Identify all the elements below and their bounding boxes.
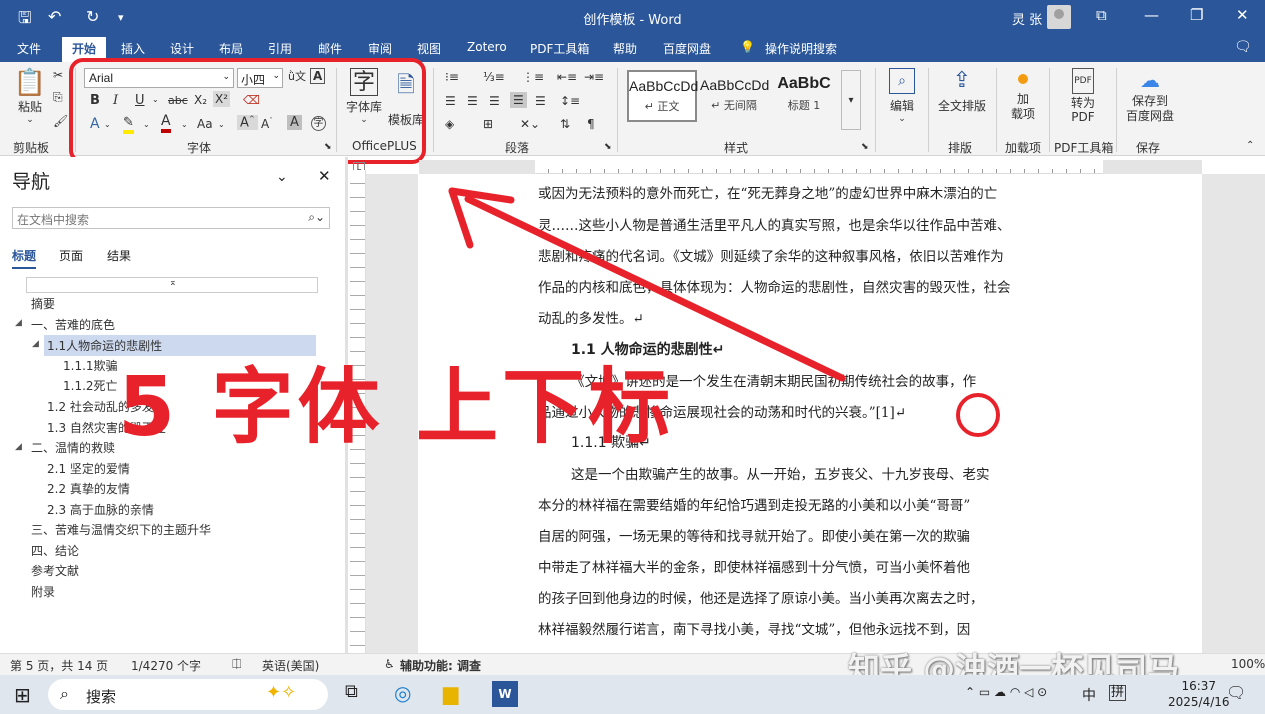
status-zoom[interactable]: 100% — [1231, 657, 1265, 671]
clock[interactable]: 16:37 2025/4/16 — [1168, 678, 1230, 710]
taskbar-search[interactable]: ⌕ 搜索 ✦✧ — [48, 679, 328, 710]
status-words[interactable]: 1/4270 个字 — [131, 657, 201, 674]
notification-icon[interactable]: 🗨 — [1226, 683, 1246, 702]
taskbar: ⊞ ⌕ 搜索 ✦✧ ⧉ ◎ ▆ W ⌃ ▭ ☁ ◠ ◁ ⊙ 中 拼 16:37 … — [0, 675, 1265, 714]
proofing-icon[interactable]: ⎅ — [232, 657, 242, 672]
tray-icons[interactable]: ⌃ ▭ ☁ ◠ ◁ ⊙ — [965, 685, 1047, 699]
search-icon: ⌕ — [60, 684, 69, 703]
status-accessibility[interactable]: 辅助功能: 调查 — [400, 657, 481, 674]
word-taskbar-icon[interactable]: W — [492, 681, 518, 707]
sparkle-icon: ✦✧ — [266, 682, 297, 703]
ime-indicator[interactable]: 中 — [1082, 685, 1096, 705]
accessibility-icon: ♿ — [384, 657, 395, 671]
windows-start-icon[interactable]: ⊞ — [14, 683, 31, 707]
annotation-caption: 5 字体 上下标 — [118, 360, 675, 455]
status-page[interactable]: 第 5 页，共 14 页 — [10, 657, 108, 674]
ime-mode-indicator[interactable]: 拼 — [1109, 685, 1127, 701]
task-view-icon[interactable]: ⧉ — [345, 681, 371, 707]
edge-icon[interactable]: ◎ — [394, 681, 420, 707]
file-explorer-icon[interactable]: ▆ — [443, 681, 469, 707]
status-language[interactable]: 英语(美国) — [262, 657, 319, 674]
